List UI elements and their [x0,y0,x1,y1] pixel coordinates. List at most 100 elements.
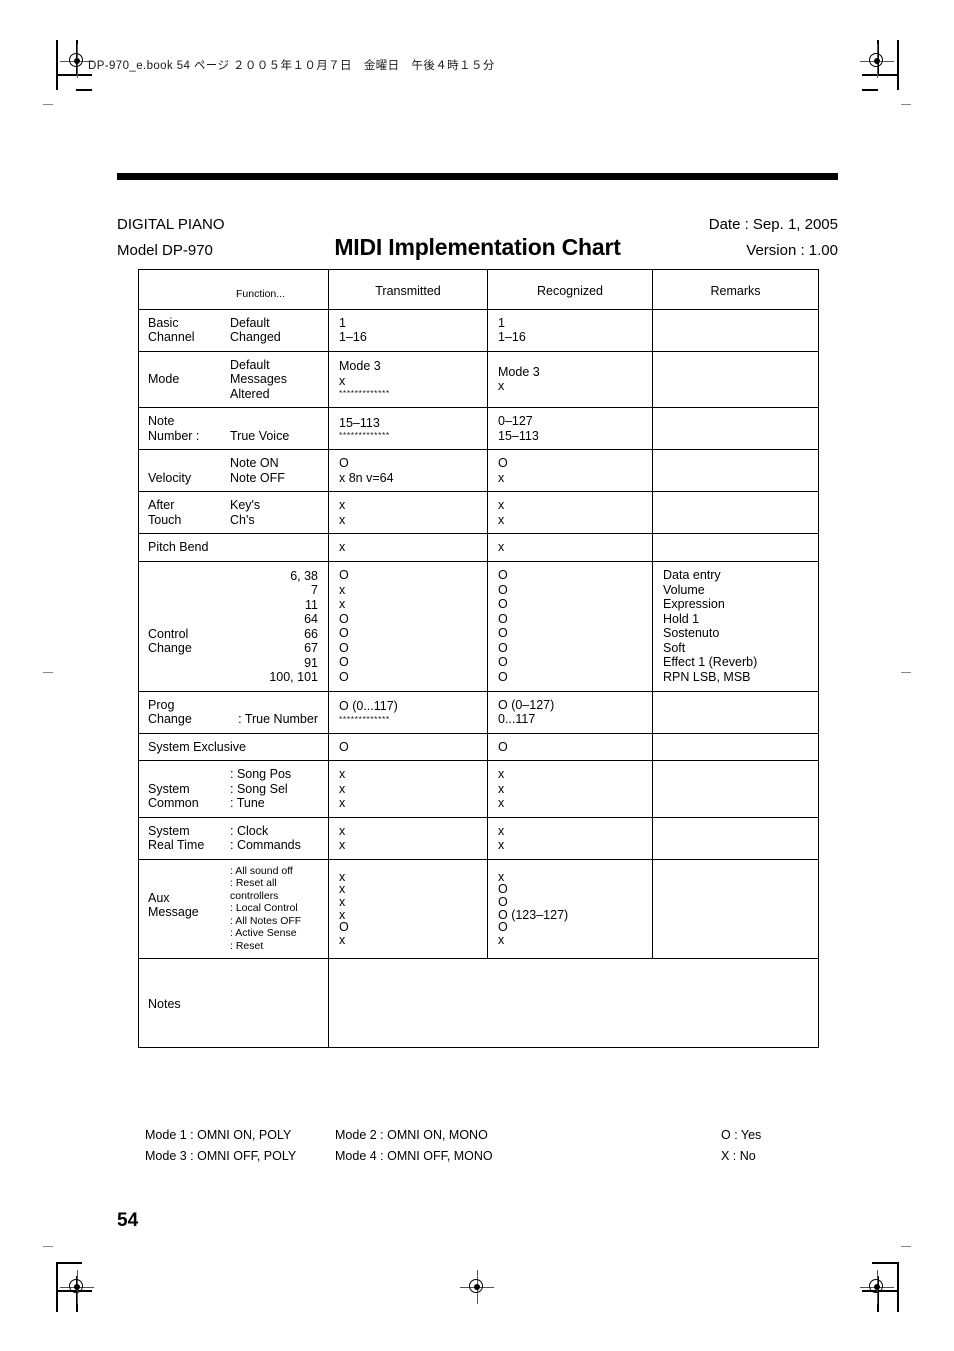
row-sublabel-note-off: Note OFF [230,470,285,485]
legend-row-1: Mode 1 : OMNI ON, POLY Mode 2 : OMNI ON,… [145,1125,825,1146]
value-line: Mode 3 [339,359,381,374]
value-asterisks: ************* [339,430,390,441]
recognized-cell-aux-message: xOOO (123–127) Ox [487,858,653,959]
legend-mode-1: Mode 1 : OMNI ON, POLY [145,1128,292,1142]
page-number: 54 [117,1210,139,1231]
recognized-cell-mode: Mode 3 x [487,350,653,408]
value-line: x [498,869,505,884]
function-cell-basic-channel: Basic Default Channel Changed [138,308,329,352]
value-line: x [339,838,346,852]
value-line: x [339,597,346,611]
function-cell-system-common: : Song Pos System: Song Sel Common: Tune [138,760,329,818]
edge-tick [43,1246,53,1247]
row-sublabel-tune: : Tune [230,796,265,810]
remarks-cell-system-real-time [652,816,819,860]
value-line: O [339,456,349,470]
row-label-system-common-line1: System [148,781,190,796]
crop-line [872,1262,898,1264]
table-header-row: Function... Transmitted Recognized Remar… [138,269,819,310]
control-change-number: 67 [304,641,318,655]
value-line: O [339,920,349,935]
value-line: x [498,540,505,554]
row-sublabel-messages: Messages [230,372,287,386]
table-row-pitch-bend: Pitch Bend x x [138,533,819,562]
row-label-prog-change-line1: Prog [148,697,175,712]
value-line: x [498,498,505,512]
transmitted-cell-aux-message: xxxxOx [328,858,488,959]
value-line: x [339,869,346,884]
recognized-cell-pitch-bend: x [487,533,653,562]
row-sublabel-chs: Ch's [230,512,255,527]
function-cell-prog-change: Prog Change: True Number [138,690,329,734]
row-sublabel-default: Default [230,357,270,372]
crop-line [76,89,92,91]
control-change-number: 11 [305,597,318,612]
row-sublabel-true-number: : True Number [238,712,318,726]
value-line: x [339,540,346,554]
row-label-mode: Mode [148,372,180,386]
registration-target-icon [460,1270,494,1304]
value-line: O [498,640,508,655]
registration-target-icon [60,44,94,78]
aux-message-transmitted-list: xxxxOx [329,865,487,953]
value-line: O [498,582,508,597]
value-line: 15–113 [339,415,380,430]
remarks-cell-basic-channel [652,308,819,352]
function-cell-aux-message: Aux Message : All sound off: Reset all c… [138,858,329,959]
row-sublabel-altered: Altered [230,386,270,401]
transmitted-cell-system-real-time: x x [328,816,488,860]
header-remarks-label: Remarks [710,284,761,298]
aux-message-sublabel: : All sound off [230,864,293,877]
transmitted-cell-note-number: 15–113 ************* [328,407,488,450]
transmitted-cell-velocity: O x 8n v=64 [328,449,488,492]
function-cell-after-touch: After Key's Touch Ch's [138,491,329,534]
aux-message-recognized-list: xOOO (123–127) Ox [488,865,652,953]
control-change-remark: Hold 1 [663,611,700,626]
remarks-cell-pitch-bend [652,533,819,562]
transmitted-cell-after-touch: x x [328,491,488,534]
page-top-rule [117,173,838,180]
control-change-remark: Effect 1 (Reverb) [663,655,758,669]
value-line [653,373,818,385]
transmitted-cell-system-common: x x x [328,760,488,818]
control-change-number: 100, 101 [269,670,318,684]
value-line: 1 [339,315,346,330]
aux-message-sublabel: : All Notes OFF [230,914,302,927]
aux-message-sublabel: : Active Sense [230,927,297,940]
midi-implementation-table: Function... Transmitted Recognized Remar… [138,269,819,1048]
row-sublabel-song-sel: : Song Sel [230,781,288,796]
recognized-cell-system-common: x x x [487,760,653,818]
value-line: O [339,611,349,626]
value-line: O [498,920,508,935]
transmitted-cell-mode: Mode 3 x ************* [328,350,488,408]
value-line: x 8n v=64 [339,470,394,485]
value-line: x [498,823,505,838]
value-line: 1–16 [498,330,526,344]
remarks-cell-system-common [652,760,819,818]
table-row-mode: Default Mode Messages Altered Mode 3 x **… [138,350,819,408]
value-line: O [498,669,508,684]
aux-message-sublabel: : Reset all controllers [230,877,279,902]
book-header-text: DP-970_e.book 54 ページ ２００５年１０月７日 金曜日 午後４時… [88,60,495,72]
value-line: O [339,655,349,669]
transmitted-cell-prog-change: O (0...117) ************* [328,690,488,734]
value-line: 15–113 [498,428,539,443]
value-line: O [498,456,508,470]
crop-line [862,74,898,76]
registration-target-icon [860,1270,894,1304]
edge-tick [43,672,53,673]
value-line: O [339,626,349,640]
value-line: x [498,470,505,485]
value-line: 1–16 [339,330,367,344]
value-line: x [498,781,505,796]
row-sublabel-true-voice: True Voice [230,428,290,443]
function-cell-mode: Default Mode Messages Altered [138,350,329,408]
value-line [653,903,818,915]
control-change-remark: RPN LSB, MSB [663,669,751,684]
value-line: 0–127 [498,414,533,428]
control-change-recognized-list: OOOOOOOO [488,562,652,690]
value-line: x [339,512,346,527]
table-row-system-common: : Song Pos System: Song Sel Common: Tune… [138,760,819,818]
legend-no: X : No [721,1149,756,1163]
remarks-cell-system-exclusive [652,732,819,761]
